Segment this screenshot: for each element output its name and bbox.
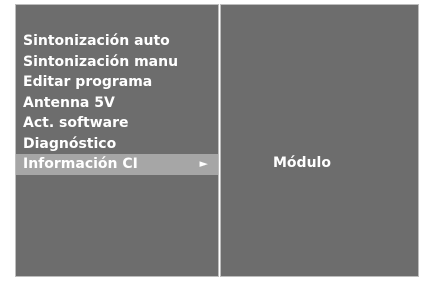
main-menu: Sintonización auto Sintonización manu Ed… — [16, 31, 218, 175]
menu-item-label: Información CI — [23, 156, 138, 172]
menu-item-diagnostico[interactable]: Diagnóstico — [16, 134, 218, 155]
menu-item-label: Antenna 5V — [23, 94, 115, 111]
menu-item-sintonizacion-manu[interactable]: Sintonización manu — [16, 52, 218, 73]
menu-item-editar-programa[interactable]: Editar programa — [16, 72, 218, 93]
submenu-panel: Módulo — [220, 4, 419, 277]
main-menu-panel: Sintonización auto Sintonización manu Ed… — [15, 4, 219, 277]
menu-item-label: Diagnóstico — [23, 135, 117, 152]
right-triangle-icon: ► — [199, 157, 208, 170]
menu-item-label: Editar programa — [23, 74, 153, 90]
menu-item-sintonizacion-auto[interactable]: Sintonización auto — [16, 31, 218, 52]
menu-item-informacion-ci[interactable]: Información CI ► — [16, 154, 218, 175]
menu-item-label: Sintonización auto — [23, 33, 170, 49]
menu-item-antenna-5v[interactable]: Antenna 5V — [16, 93, 218, 114]
submenu-item-modulo[interactable]: Módulo — [273, 155, 331, 171]
menu-item-label: Sintonización manu — [23, 53, 179, 70]
menu-item-act-software[interactable]: Act. software — [16, 113, 218, 134]
menu-item-label: Act. software — [23, 115, 129, 131]
